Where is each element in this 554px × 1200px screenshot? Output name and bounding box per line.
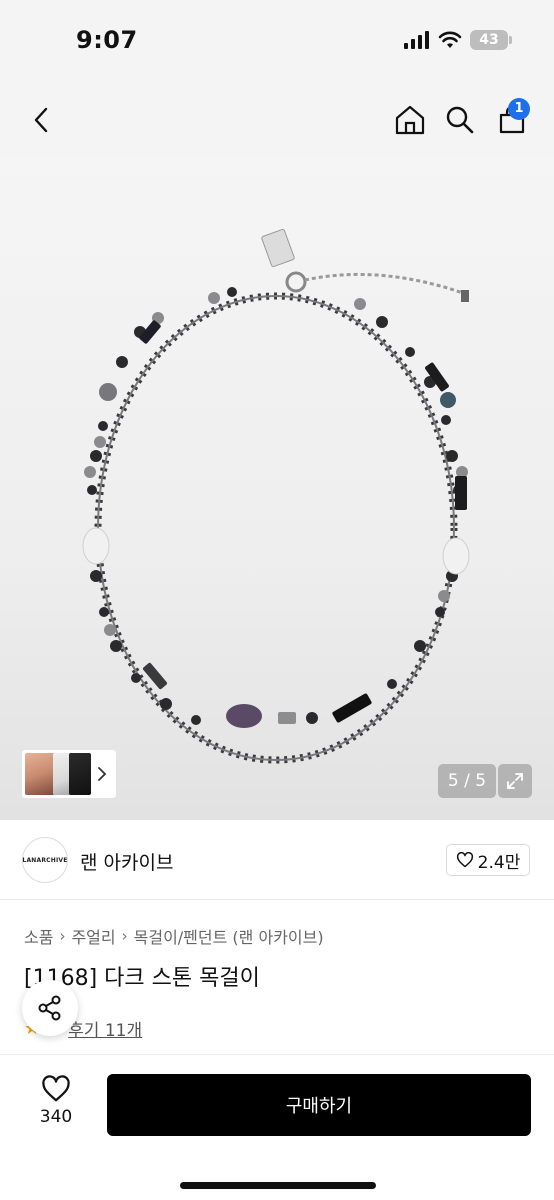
brand-like-count: 2.4만 <box>477 852 521 873</box>
wishlist-button[interactable]: 340 <box>24 1075 88 1139</box>
product-image[interactable]: 5 / 5 <box>0 156 554 820</box>
chevron-right-icon: › <box>121 927 128 945</box>
bottom-action-bar: 340 구매하기 <box>0 1054 554 1200</box>
breadcrumb-item[interactable]: 목걸이/펜던트 (랜 아카이브) <box>134 924 324 948</box>
cart-count-badge: 1 <box>508 98 530 120</box>
home-indicator <box>180 1182 376 1189</box>
home-icon <box>395 105 425 135</box>
signal-icon <box>404 31 429 49</box>
nav-bar: 1 <box>0 84 554 156</box>
thumbnail-image[interactable] <box>69 753 91 795</box>
buy-button[interactable]: 구매하기 <box>107 1074 531 1136</box>
wifi-icon <box>438 31 462 48</box>
home-button[interactable] <box>390 100 430 140</box>
expand-icon <box>507 773 523 789</box>
share-icon <box>38 995 61 1021</box>
status-icons: 43 <box>404 30 512 50</box>
expand-button[interactable] <box>498 764 532 798</box>
wishlist-count: 340 <box>39 1107 73 1127</box>
breadcrumb: 소품 › 주얼리 › 목걸이/펜던트 (랜 아카이브) <box>24 924 324 948</box>
search-icon <box>446 106 474 134</box>
chevron-right-icon <box>98 767 107 781</box>
brand-row[interactable]: LANARCHIVE 랜 아카이브 2.4만 <box>0 820 554 900</box>
share-button[interactable] <box>22 980 78 1036</box>
thumbnail-strip[interactable] <box>22 750 116 798</box>
heart-icon <box>456 852 473 868</box>
brand-logo[interactable]: LANARCHIVE <box>22 837 68 883</box>
chevron-left-icon <box>34 107 48 133</box>
chevron-right-icon: › <box>59 927 66 945</box>
search-button[interactable] <box>440 100 480 140</box>
thumbnail-image[interactable] <box>25 753 55 795</box>
status-time: 9:07 <box>76 26 138 54</box>
back-button[interactable] <box>22 100 62 140</box>
brand-name[interactable]: 랜 아카이브 <box>80 848 173 875</box>
necklace-image <box>82 228 470 764</box>
battery-icon: 43 <box>470 30 512 50</box>
image-counter: 5 / 5 <box>438 764 496 798</box>
cart-button[interactable]: 1 <box>492 98 532 140</box>
heart-icon <box>42 1075 70 1102</box>
breadcrumb-item[interactable]: 주얼리 <box>71 924 115 948</box>
review-link[interactable]: 후기 11개 <box>68 1016 142 1041</box>
brand-like-button[interactable]: 2.4만 <box>446 844 530 876</box>
breadcrumb-item[interactable]: 소품 <box>24 924 53 948</box>
status-bar: 9:07 43 <box>0 0 554 84</box>
